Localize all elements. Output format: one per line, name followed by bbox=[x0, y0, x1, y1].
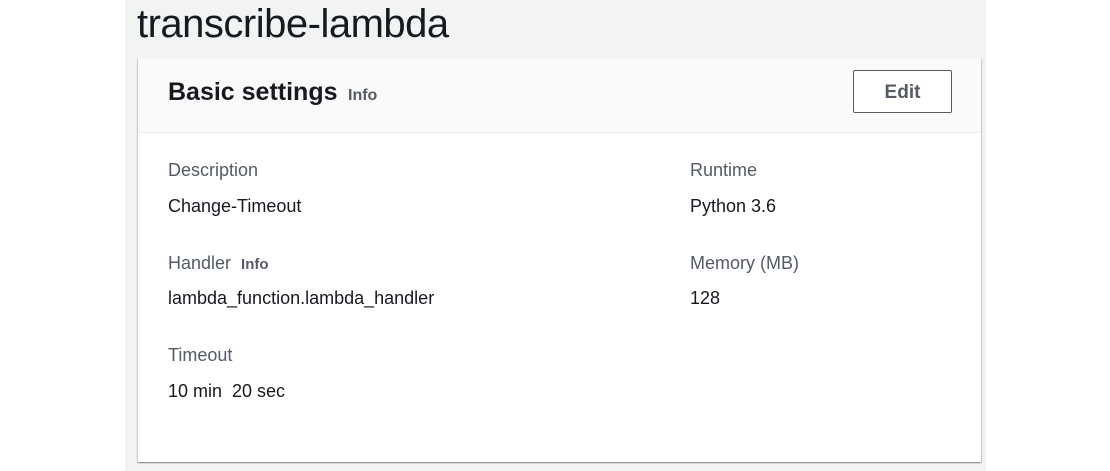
edit-button[interactable]: Edit bbox=[853, 70, 952, 113]
description-value: Change-Timeout bbox=[168, 196, 302, 216]
timeout-value: 10 min 20 sec bbox=[168, 381, 286, 401]
handler-value: lambda_function.lambda_handler bbox=[168, 288, 435, 308]
handler-label: Handler bbox=[168, 253, 232, 273]
handler-info-link[interactable]: Info bbox=[241, 256, 269, 273]
memory-value: 128 bbox=[690, 288, 721, 308]
basic-settings-panel: Basic settings Info Edit Description Cha… bbox=[138, 58, 981, 462]
runtime-label: Runtime bbox=[690, 160, 758, 180]
description-label: Description bbox=[168, 160, 259, 180]
page-title: transcribe-lambda bbox=[137, 2, 449, 46]
runtime-value: Python 3.6 bbox=[690, 196, 777, 216]
handler-label-row: Handler Info bbox=[168, 253, 269, 274]
timeout-label: Timeout bbox=[168, 345, 233, 365]
panel-title: Basic settings bbox=[168, 78, 338, 106]
basic-settings-info-link[interactable]: Info bbox=[348, 87, 377, 105]
memory-label: Memory (MB) bbox=[690, 253, 799, 273]
panel-header: Basic settings Info Edit bbox=[138, 58, 981, 133]
page-container: transcribe-lambda Basic settings Info Ed… bbox=[125, 0, 986, 471]
